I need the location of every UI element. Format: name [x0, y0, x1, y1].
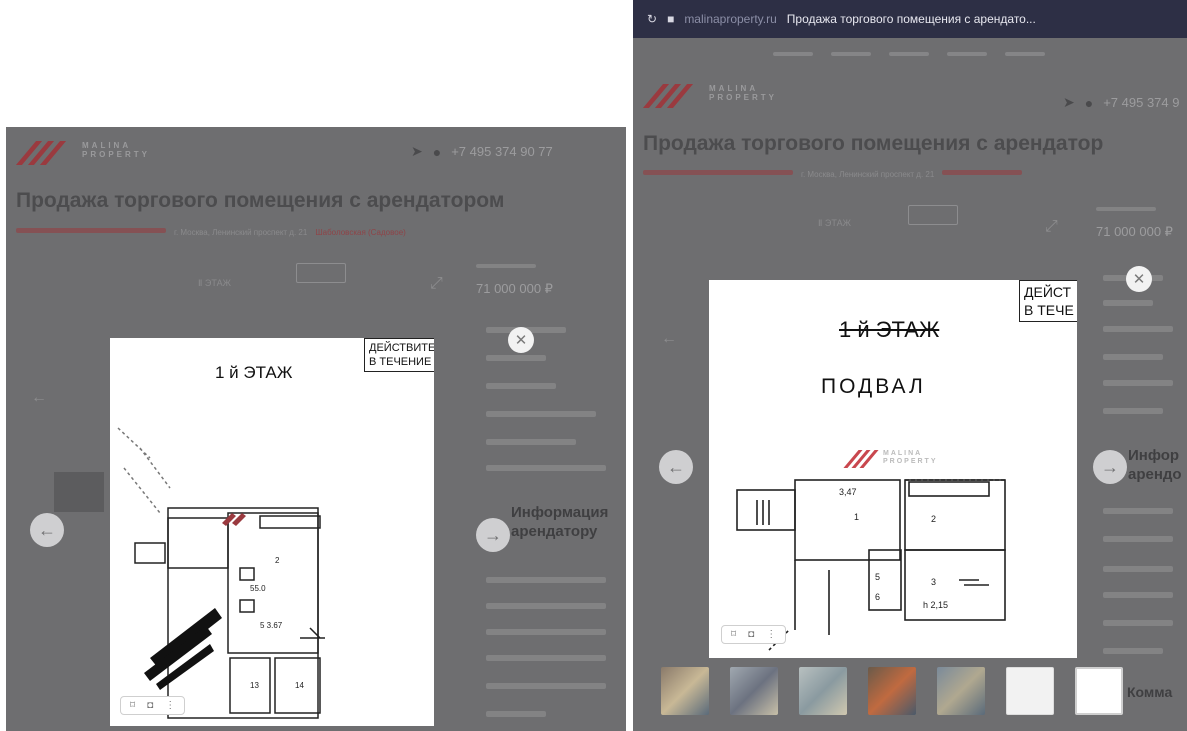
svg-text:5: 5 — [875, 572, 880, 582]
site-logo[interactable]: MALINA PROPERTY — [15, 139, 152, 165]
thumbnail-2[interactable] — [730, 667, 778, 715]
background-photo — [54, 472, 104, 512]
tab-badge[interactable] — [908, 205, 958, 225]
close-modal-button[interactable]: ✕ — [508, 327, 534, 353]
svg-text:3,47: 3,47 — [839, 487, 857, 497]
header-contacts: ➤ ● +7 495 374 90 77 — [411, 143, 553, 160]
prev-image-button[interactable]: ← — [659, 450, 693, 484]
thumbnail-7-active[interactable] — [1075, 667, 1123, 715]
image-toolbar: ⌑ ◘ ⋮ — [120, 696, 186, 715]
floor-tab-label: Ⅱ ЭТАЖ — [818, 218, 851, 228]
floorplan-image: 1 й ЭТАЖ ПОДВАЛ ДЕЙСТ В ТЕЧЕ MALINA PROP… — [709, 280, 1077, 658]
floorplan-drawing: 2 55.0 5 3.67 13 14 — [117, 427, 325, 719]
breadcrumb-metro[interactable] — [942, 170, 1023, 175]
page-title: Продажа торгового помещения с арендатор — [643, 132, 1104, 155]
thumbnail-3[interactable] — [799, 667, 847, 715]
url-field[interactable]: malinaproperty.ru — [684, 12, 776, 26]
svg-text:14: 14 — [295, 681, 304, 690]
logo-mark — [15, 139, 76, 165]
tenant-info-heading: Информация арендатору — [511, 504, 609, 540]
next-image-button[interactable]: → — [1093, 450, 1127, 484]
logo-mark — [642, 82, 703, 108]
phone-number[interactable]: +7 495 374 90 77 — [451, 144, 553, 159]
expand-icon[interactable]: ⤢ — [1045, 218, 1058, 236]
bookmark-icon[interactable]: ⌑ — [130, 700, 135, 711]
reload-icon[interactable]: ↻ — [647, 12, 657, 26]
thumbnail-6[interactable] — [1006, 667, 1054, 715]
breadcrumb-category[interactable] — [643, 170, 793, 175]
close-modal-button[interactable]: ✕ — [1126, 266, 1152, 292]
svg-text:h 2,15: h 2,15 — [923, 600, 948, 610]
thumbnail-strip — [661, 667, 1123, 715]
expand-icon[interactable]: ⤢ — [430, 275, 443, 293]
next-image-button[interactable]: → — [476, 518, 510, 552]
whatsapp-icon[interactable]: ● — [433, 144, 441, 160]
price-caption — [1096, 207, 1156, 211]
breadcrumb-address[interactable]: г. Москва, Ленинский проспект д. 21 — [801, 170, 934, 179]
tenant-info-heading: Инфор арендо — [1128, 447, 1182, 483]
svg-text:5 3.67: 5 3.67 — [260, 621, 283, 630]
floorplan-image: 1 й ЭТАЖ ДЕЙСТВИТЕ В ТЕЧЕНИЕ 2 55.0 5 3.… — [110, 338, 434, 726]
svg-text:13: 13 — [250, 681, 259, 690]
breadcrumb: г. Москва, Ленинский проспект д. 21 — [643, 170, 1023, 179]
lock-icon: ■ — [667, 12, 675, 26]
svg-text:6: 6 — [875, 592, 880, 602]
floor-tab[interactable]: Ⅱ ЭТАЖ — [198, 278, 231, 289]
breadcrumb: г. Москва, Ленинский проспект д. 21 Шабо… — [16, 228, 406, 237]
browser-address-bar: ↻ ■ malinaproperty.ru Продажа торгового … — [633, 0, 1187, 38]
telegram-icon[interactable]: ➤ — [1063, 94, 1075, 111]
left-screenshot: MALINA PROPERTY ➤ ● +7 495 374 90 77 Про… — [6, 127, 626, 731]
price-value: 71 000 000 ₽ — [476, 281, 553, 296]
thumbnail-4[interactable] — [868, 667, 916, 715]
header-contacts: ➤ ● +7 495 374 9 — [1063, 94, 1179, 111]
image-toolbar: ⌑ ◘ ⋮ — [721, 625, 787, 644]
telegram-icon[interactable]: ➤ — [411, 143, 423, 160]
breadcrumb-address[interactable]: г. Москва, Ленинский проспект д. 21 — [174, 228, 307, 237]
prev-image-button[interactable]: ← — [30, 513, 64, 547]
camera-icon[interactable]: ◘ — [147, 700, 153, 711]
svg-text:1: 1 — [854, 512, 859, 522]
right-screenshot: ↻ ■ malinaproperty.ru Продажа торгового … — [633, 0, 1187, 731]
thumbnail-5[interactable] — [937, 667, 985, 715]
svg-text:2: 2 — [275, 556, 280, 565]
comments-heading: Комма — [1127, 684, 1173, 700]
thumbnail-1[interactable] — [661, 667, 709, 715]
bookmark-icon[interactable]: ⌑ — [731, 629, 736, 640]
tab-badge[interactable] — [296, 263, 346, 283]
phone-number[interactable]: +7 495 374 9 — [1103, 95, 1179, 110]
site-nav — [773, 52, 1045, 56]
logo-text: MALINA PROPERTY — [82, 141, 151, 159]
svg-text:55.0: 55.0 — [250, 584, 266, 593]
svg-text:3: 3 — [931, 577, 936, 587]
svg-text:2: 2 — [931, 514, 936, 524]
whatsapp-icon[interactable]: ● — [1085, 95, 1093, 111]
page-prev-icon[interactable]: ← — [31, 389, 47, 407]
floor-tab[interactable]: Ⅱ ЭТАЖ — [818, 218, 851, 229]
floor-tab-label: Ⅱ ЭТАЖ — [198, 278, 231, 288]
price-caption — [476, 264, 536, 268]
page-prev-icon[interactable]: ← — [661, 330, 677, 348]
camera-icon[interactable]: ◘ — [748, 629, 754, 640]
breadcrumb-category[interactable] — [16, 228, 166, 233]
site-logo[interactable]: MALINA PROPERTY — [642, 82, 779, 108]
page-title: Продажа торгового помещения с арендаторо… — [16, 189, 505, 212]
more-icon[interactable]: ⋮ — [766, 629, 776, 640]
tab-title: Продажа торгового помещения с арендато..… — [786, 12, 1036, 26]
breadcrumb-metro[interactable]: Шаболовская (Садовое) — [315, 228, 406, 237]
more-icon[interactable]: ⋮ — [165, 700, 175, 711]
logo-text: MALINA PROPERTY — [709, 84, 778, 102]
floorplan-drawing: 3,47 1 2 3 h 2,15 5 6 — [736, 479, 1006, 651]
price-value: 71 000 000 ₽ — [1096, 224, 1173, 239]
